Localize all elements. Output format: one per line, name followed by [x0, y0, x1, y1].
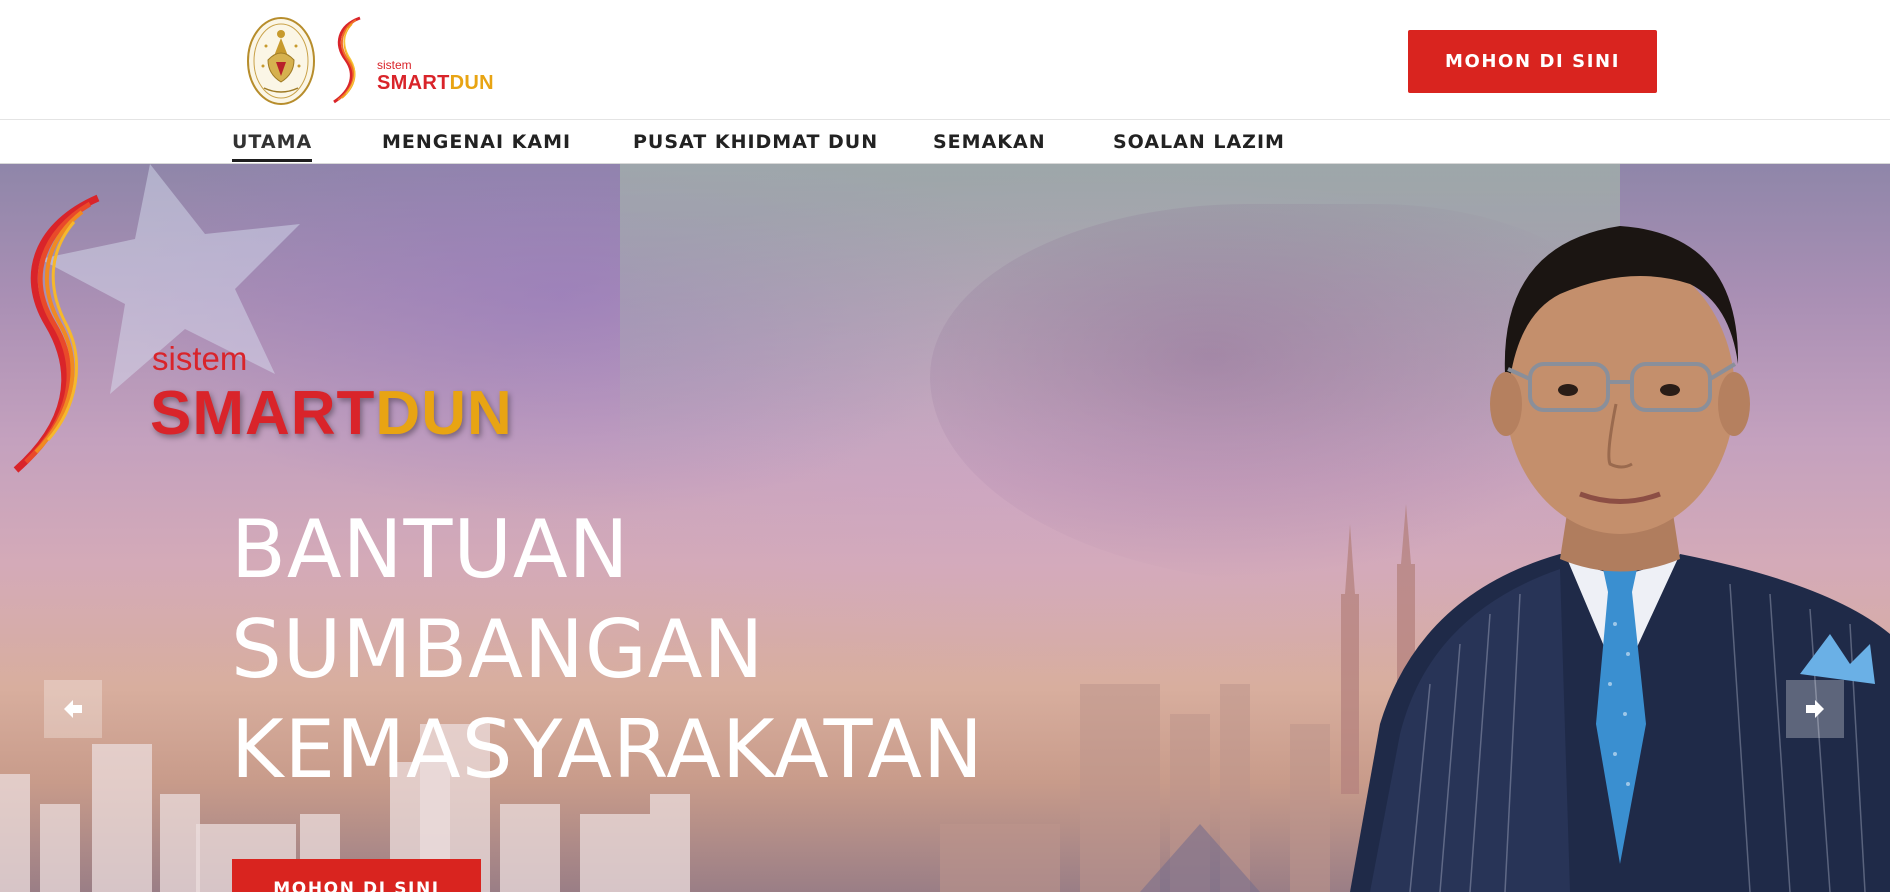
hero-brand-sistem-text: sistem	[152, 340, 248, 377]
nav-item-mengenai-kami[interactable]: MENGENAI KAMI	[382, 120, 571, 164]
hero-portrait	[1310, 164, 1890, 892]
hero-headline-line-2: SUMBANGAN	[231, 603, 765, 696]
nav-item-pusat-khidmat-dun[interactable]: PUSAT KHIDMAT DUN	[633, 120, 878, 164]
brand-sistem-text: sistem	[377, 58, 412, 72]
hero-swirl-logo	[8, 194, 104, 474]
main-nav: UTAMA MENGENAI KAMI PUSAT KHIDMAT DUN SE…	[0, 120, 1890, 164]
hero-slider: sistem SMARTDUN BANTUAN SUMBANGAN KEMASY…	[0, 164, 1890, 892]
hero-brand-dun-text: DUN	[375, 379, 513, 448]
hero-brand-name: SMARTDUN	[150, 378, 513, 449]
site-header: sistem SMARTDUN MOHON DI SINI	[0, 0, 1890, 120]
brand-smart-text: SMART	[377, 72, 450, 94]
brand-dun-text: DUN	[449, 72, 494, 94]
slider-next-button[interactable]	[1786, 680, 1844, 738]
slider-prev-button[interactable]	[44, 680, 102, 738]
apply-here-button[interactable]: MOHON DI SINI	[1408, 30, 1657, 93]
smartdun-swirl-logo[interactable]	[328, 16, 368, 104]
nav-item-semakan[interactable]: SEMAKAN	[933, 120, 1046, 164]
nav-item-soalan-lazim[interactable]: SOALAN LAZIM	[1113, 120, 1285, 164]
nav-item-utama[interactable]: UTAMA	[232, 120, 313, 164]
hero-headline: BANTUAN SUMBANGAN KEMASYARAKATAN	[231, 500, 1131, 800]
arrow-right-icon	[1806, 700, 1824, 718]
brand-name[interactable]: SMARTDUN	[377, 72, 494, 95]
hero-headline-line-3: KEMASYARAKATAN	[231, 703, 984, 796]
arrow-left-icon	[64, 700, 82, 718]
hero-apply-here-button[interactable]: MOHON DI SINI	[232, 859, 481, 892]
state-crest-logo[interactable]	[246, 16, 316, 106]
hero-headline-line-1: BANTUAN	[231, 503, 630, 596]
hero-brand-smart-text: SMART	[150, 379, 376, 448]
